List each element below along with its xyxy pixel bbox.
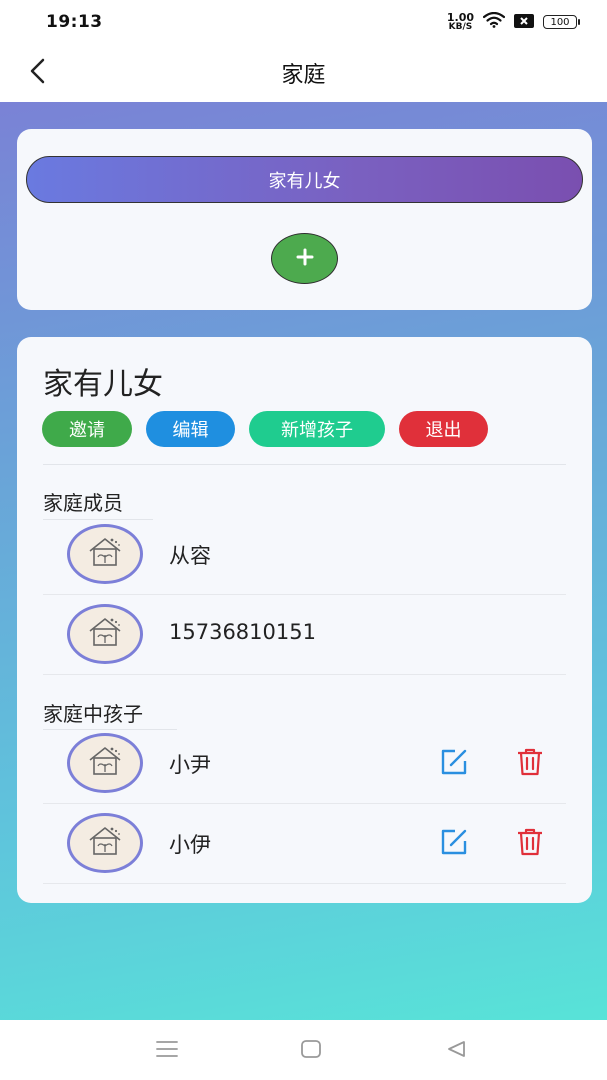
invite-button[interactable]: 邀请: [42, 411, 132, 447]
divider: [43, 464, 566, 465]
edit-icon: [439, 827, 469, 861]
family-name: 家有儿女: [43, 367, 163, 402]
family-detail-card: 家有儿女 邀请 编辑 新增孩子 退出 家庭成员 从容 15736810151 家…: [17, 337, 592, 903]
avatar: [67, 813, 143, 873]
home-square-icon: [300, 1039, 322, 1063]
chevron-left-icon: [28, 58, 46, 88]
house-icon: [85, 535, 125, 573]
main-content: 家有儿女 家有儿女 邀请 编辑 新增孩子 退出 家庭成员 从容 15736810…: [0, 102, 607, 1020]
title-bar: 家庭: [0, 44, 607, 102]
system-nav-bar: [0, 1020, 607, 1080]
house-icon: [85, 615, 125, 653]
child-name: 小尹: [169, 753, 211, 777]
member-name: 15736810151: [169, 620, 316, 644]
family-actions: 邀请 编辑 新增孩子 退出: [42, 411, 488, 447]
sim-blocked-icon: [514, 13, 534, 32]
edit-icon: [439, 747, 469, 781]
trash-icon: [516, 827, 544, 861]
add-family-button[interactable]: [271, 233, 338, 284]
exit-family-button[interactable]: 退出: [399, 411, 488, 447]
child-row[interactable]: 小尹: [17, 724, 592, 804]
page-title: 家庭: [281, 63, 326, 88]
row-divider: [43, 883, 566, 884]
back-button[interactable]: [22, 58, 52, 88]
home-button[interactable]: [296, 1036, 326, 1066]
edit-child-button[interactable]: [437, 747, 471, 781]
status-icons: 1.00 KB/S 100: [447, 11, 580, 32]
house-icon: [85, 824, 125, 862]
members-section-title: 家庭成员: [43, 491, 123, 515]
nav-back-button[interactable]: [441, 1036, 471, 1066]
add-child-button[interactable]: 新增孩子: [249, 411, 385, 447]
back-triangle-icon: [445, 1039, 467, 1063]
menu-button[interactable]: [152, 1036, 182, 1066]
family-selector-card: 家有儿女: [17, 129, 592, 310]
child-row[interactable]: 小伊: [17, 804, 592, 884]
row-divider: [43, 674, 566, 675]
menu-icon: [155, 1039, 179, 1063]
edit-family-button[interactable]: 编辑: [146, 411, 235, 447]
status-bar: 19:13 1.00 KB/S 100: [0, 0, 607, 44]
net-speed-indicator: 1.00 KB/S: [447, 12, 474, 32]
children-section-title: 家庭中孩子: [43, 702, 143, 726]
delete-child-button[interactable]: [513, 827, 547, 861]
trash-icon: [516, 747, 544, 781]
wifi-icon: [482, 11, 506, 32]
member-name: 从容: [169, 544, 211, 568]
avatar: [67, 604, 143, 664]
family-select-button[interactable]: 家有儿女: [26, 156, 583, 203]
avatar: [67, 733, 143, 793]
edit-child-button[interactable]: [437, 827, 471, 861]
avatar: [67, 524, 143, 584]
member-row[interactable]: 15736810151: [17, 595, 592, 675]
member-row[interactable]: 从容: [17, 515, 592, 595]
delete-child-button[interactable]: [513, 747, 547, 781]
house-icon: [85, 744, 125, 782]
battery-indicator: 100: [543, 15, 580, 29]
status-time: 19:13: [46, 12, 103, 32]
plus-icon: [296, 248, 314, 270]
net-speed-unit: KB/S: [448, 22, 473, 32]
child-name: 小伊: [169, 833, 211, 857]
